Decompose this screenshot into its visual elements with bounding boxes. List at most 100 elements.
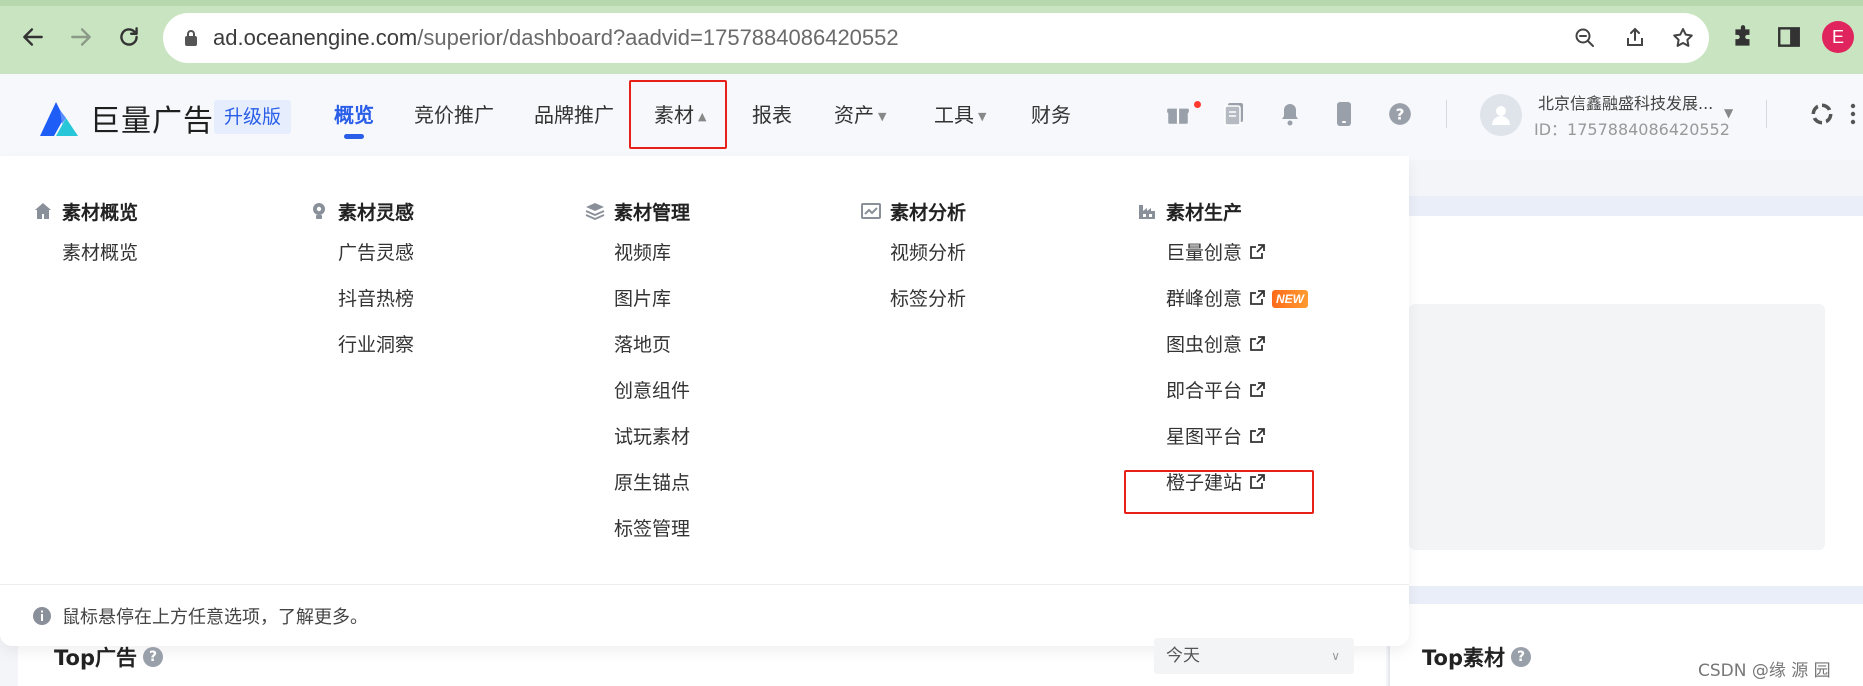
menu-item-label: 创意组件: [614, 380, 691, 402]
column-material-analysis: 素材分析 视频分析 标签分析: [860, 196, 1120, 330]
column-title: 素材管理: [614, 201, 691, 224]
menu-item-tag-analysis[interactable]: 标签分析: [890, 284, 1120, 330]
menu-item-label: 抖音热榜: [338, 288, 415, 310]
column-title: 素材分析: [890, 201, 967, 224]
menu-item-image-library[interactable]: 图片库: [614, 284, 844, 330]
switch-button[interactable]: [1808, 100, 1836, 128]
account-name[interactable]: 北京信鑫融盛科技发展...: [1538, 90, 1713, 114]
notification-dot: [1194, 101, 1201, 108]
help-button[interactable]: ?: [1386, 100, 1414, 128]
menu-item-native-anchor[interactable]: 原生锚点: [614, 468, 844, 514]
factory-icon: [1136, 200, 1158, 222]
refresh-swirl-icon: [1811, 103, 1833, 125]
profile-avatar[interactable]: E: [1822, 21, 1854, 53]
menu-item-material-overview[interactable]: 素材概览: [62, 238, 292, 284]
new-badge: NEW: [1272, 290, 1309, 308]
column-header: 素材灵感: [308, 196, 568, 226]
menu-item-tag-management[interactable]: 标签管理: [614, 514, 844, 560]
dashboard-stripe: [1409, 196, 1863, 216]
column-material-overview: 素材概览 素材概览: [32, 196, 292, 284]
menu-item-label: 视频分析: [890, 242, 967, 264]
menu-item-ad-inspiration[interactable]: 广告灵感: [338, 238, 568, 284]
menu-item-label: 行业洞察: [338, 334, 415, 356]
date-range-select[interactable]: 今天 ∨: [1154, 638, 1354, 674]
nav-finance[interactable]: 财务: [1031, 100, 1071, 130]
nav-brand-promotion[interactable]: 品牌推广: [534, 100, 614, 130]
menu-item-label: 试玩素材: [614, 426, 691, 448]
side-panel-icon[interactable]: [1776, 24, 1802, 50]
menu-item-label: 图片库: [614, 288, 672, 310]
top-ads-title: Top广告?: [54, 642, 163, 672]
dashboard-stripe: [1409, 586, 1863, 604]
question-icon: ?: [1389, 103, 1411, 125]
caret-up-icon: ▲: [698, 109, 707, 123]
arrow-right-icon: [71, 28, 91, 46]
top-ads-title-text: Top广告: [54, 646, 137, 670]
menu-item-creative-components[interactable]: 创意组件: [614, 376, 844, 422]
column-header: 素材分析: [860, 196, 1120, 226]
forward-button[interactable]: [66, 22, 96, 52]
oceanengine-logo-icon: [40, 102, 78, 136]
menu-item-label: 落地页: [614, 334, 672, 356]
nav-assets[interactable]: 资产 ▼: [834, 100, 886, 132]
reload-button[interactable]: [114, 22, 144, 52]
nav-material[interactable]: 素材 ▲: [654, 100, 706, 132]
menu-item-label: 巨量创意: [1166, 242, 1243, 264]
menu-item-label: 标签管理: [614, 518, 691, 540]
column-title: 素材灵感: [338, 201, 415, 224]
footer-hint-text: 鼠标悬停在上方任意选项，了解更多。: [62, 606, 368, 628]
menu-item-playable-material[interactable]: 试玩素材: [614, 422, 844, 468]
menu-item-video-library[interactable]: 视频库: [614, 238, 844, 284]
column-material-production: 素材生产 巨量创意 群峰创意 NEW 图虫创意 即合平台 星图平台 橙子建站: [1136, 196, 1396, 514]
material-dropdown-menu: 素材概览 素材概览 素材灵感 广告灵感 抖音热榜 行业洞察 素材管理 视频库 图…: [0, 156, 1409, 646]
menu-item-xingtu-platform[interactable]: 星图平台: [1166, 422, 1396, 468]
zoom-icon[interactable]: [1573, 26, 1597, 50]
share-icon[interactable]: [1623, 26, 1647, 50]
info-icon: [33, 606, 51, 625]
caret-down-icon: ▼: [978, 109, 987, 123]
menu-item-jihe-platform[interactable]: 即合平台: [1166, 376, 1396, 422]
back-button[interactable]: [18, 22, 48, 52]
more-menu-button[interactable]: [1846, 100, 1860, 128]
gift-button[interactable]: [1164, 100, 1192, 128]
caret-down-icon: ▼: [878, 109, 887, 123]
column-header: 素材管理: [584, 196, 844, 226]
documents-button[interactable]: [1220, 100, 1248, 128]
bell-icon: [1282, 104, 1298, 126]
logo[interactable]: 巨量广告: [36, 96, 214, 140]
bulb-icon: [308, 200, 330, 222]
phone-icon: [1337, 102, 1351, 126]
account-caret-icon[interactable]: ▼: [1724, 106, 1733, 120]
external-link-icon: [1250, 474, 1265, 489]
extensions-icon[interactable]: [1730, 24, 1756, 50]
menu-item-douyin-hot-list[interactable]: 抖音热榜: [338, 284, 568, 330]
chart-icon: [860, 200, 882, 222]
star-icon[interactable]: [1671, 26, 1695, 50]
notifications-button[interactable]: [1276, 100, 1304, 128]
avatar[interactable]: [1480, 94, 1522, 136]
menu-item-tuchong-creative[interactable]: 图虫创意: [1166, 330, 1396, 376]
menu-item-label: 广告灵感: [338, 242, 415, 264]
chevron-down-icon: ∨: [1331, 649, 1340, 663]
menu-item-qunfeng-creative[interactable]: 群峰创意 NEW: [1166, 284, 1396, 330]
external-link-icon: [1250, 382, 1265, 397]
nav-overview[interactable]: 概览: [334, 100, 374, 130]
upgrade-badge[interactable]: 升级版: [214, 100, 292, 134]
nav-reports[interactable]: 报表: [752, 100, 792, 130]
menu-item-industry-insight[interactable]: 行业洞察: [338, 330, 568, 376]
browser-tab-strip: [0, 0, 1863, 6]
address-bar[interactable]: ad.oceanengine.com/superior/dashboard?aa…: [163, 13, 1709, 63]
mobile-button[interactable]: [1330, 100, 1358, 128]
nav-tools[interactable]: 工具 ▼: [934, 100, 986, 132]
menu-item-landing-page[interactable]: 落地页: [614, 330, 844, 376]
menu-item-ocean-creative[interactable]: 巨量创意: [1166, 238, 1396, 284]
column-header: 素材概览: [32, 196, 292, 226]
menu-item-label: 即合平台: [1166, 380, 1243, 402]
help-icon[interactable]: ?: [1511, 647, 1531, 667]
external-link-icon: [1250, 428, 1265, 443]
menu-item-video-analysis[interactable]: 视频分析: [890, 238, 1120, 284]
menu-item-chengzi-site-builder[interactable]: 橙子建站: [1166, 468, 1396, 514]
nav-bidding-promotion[interactable]: 竞价推广: [414, 100, 494, 130]
account-id: ID：1757884086420552: [1534, 120, 1730, 139]
help-icon[interactable]: ?: [143, 647, 163, 667]
